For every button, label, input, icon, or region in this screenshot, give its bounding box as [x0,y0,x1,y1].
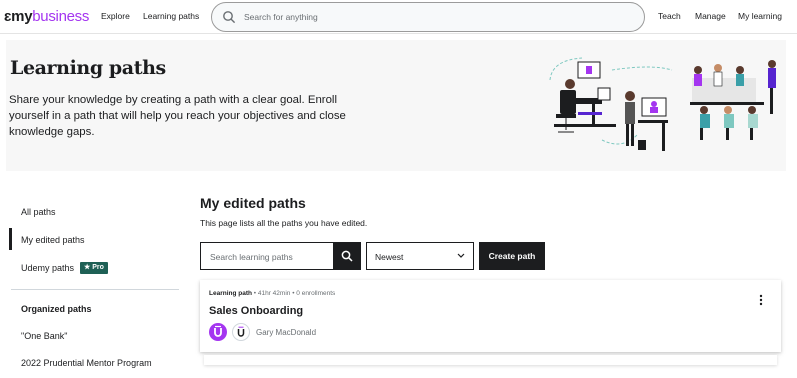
sidebar-active-indicator [9,228,12,250]
sort-select[interactable]: Newest [366,242,474,270]
top-nav-bar: ɛmybusiness Explore Learning paths Searc… [0,0,797,34]
search-icon [341,250,353,262]
nav-teach[interactable]: Teach [658,11,681,21]
learning-path-card[interactable]: Learning path • 41hr 42min • 0 enrollmen… [200,280,781,352]
card-details: • 41hr 42min • 0 enrollments [251,290,336,297]
banner-description: Share your knowledge by creating a path … [9,94,346,138]
sidebar-item-one-bank[interactable]: "One Bank" [21,331,67,341]
nav-explore[interactable]: Explore [101,11,130,21]
more-options-icon[interactable] [757,293,765,307]
nav-my-learning[interactable]: My learning [738,11,782,21]
pro-badge: ★ Pro [80,262,108,274]
udemy-author-icon [232,323,250,341]
search-submit-button[interactable] [333,242,361,270]
page-title: Learning paths [10,57,166,79]
sidebar-item-prudential-mentor[interactable]: 2022 Prudential Mentor Program [21,358,152,368]
search-icon [223,11,236,24]
section-subtitle: This page lists all the paths you have e… [200,218,368,228]
global-search-placeholder: Search for anything [244,12,318,22]
global-search-input[interactable]: Search for anything [211,2,645,32]
nav-manage[interactable]: Manage [695,11,726,21]
card-title[interactable]: Sales Onboarding [209,305,303,317]
collaboration-illustration [549,57,776,151]
card-meta: Learning path • 41hr 42min • 0 enrollmen… [209,290,335,297]
section-title: My edited paths [200,195,306,211]
logo-udemy-text: ɛmy [4,8,33,25]
sort-selected-value: Newest [375,252,404,262]
logo-business-text: business [32,8,90,25]
create-path-button[interactable]: Create path [479,242,545,270]
nav-learning-paths[interactable]: Learning paths [143,11,199,21]
sidebar-item-udemy-paths[interactable]: Udemy paths [21,263,74,273]
card-author: Gary MacDonald [256,328,317,337]
udemy-avatar-icon [209,323,227,341]
sidebar-divider [11,289,179,290]
search-learning-paths-placeholder: Search learning paths [210,252,293,262]
udemy-business-logo[interactable]: ɛmybusiness [4,8,89,25]
sidebar-item-my-edited-paths[interactable]: My edited paths [21,235,85,245]
sidebar-item-all-paths[interactable]: All paths [21,207,56,217]
learning-paths-banner: Learning paths Share your knowledge by c… [6,40,786,171]
organized-paths-heading: Organized paths [21,304,92,314]
card-type-label: Learning path [209,290,252,297]
search-learning-paths-input[interactable]: Search learning paths [200,242,333,270]
next-card-peek [204,355,777,365]
chevron-down-icon [457,253,465,258]
